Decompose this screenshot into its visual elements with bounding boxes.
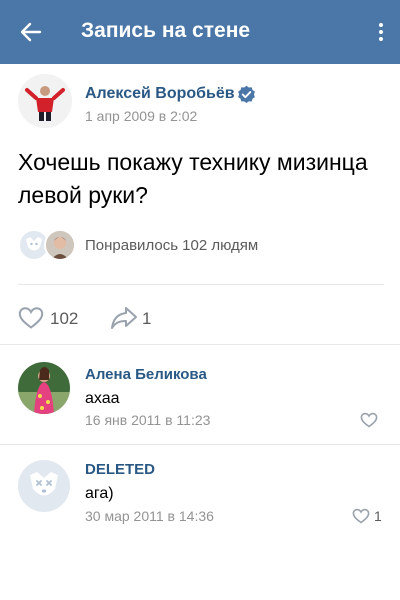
comment-heart-icon[interactable] bbox=[360, 412, 378, 428]
divider bbox=[0, 344, 400, 345]
page-title: Запись на стене bbox=[81, 19, 251, 42]
likers-avatars[interactable] bbox=[18, 229, 78, 261]
liker-avatar bbox=[44, 229, 76, 261]
share-button[interactable] bbox=[110, 305, 138, 331]
author-photo bbox=[18, 74, 72, 128]
liker-photo bbox=[46, 231, 74, 259]
like-button[interactable] bbox=[18, 305, 44, 331]
back-button[interactable] bbox=[14, 16, 48, 48]
comment-date: 16 янв 2011 в 11:23 bbox=[85, 412, 211, 428]
heart-icon bbox=[18, 307, 44, 329]
comment-heart-icon[interactable] bbox=[352, 508, 370, 524]
comment-like-count: 1 bbox=[374, 508, 382, 524]
more-options-button[interactable] bbox=[374, 16, 388, 48]
comment-date: 30 мар 2011 в 14:36 bbox=[85, 508, 214, 524]
divider bbox=[18, 284, 384, 285]
deleted-dog-icon bbox=[30, 472, 58, 496]
comment-author[interactable]: DELETED bbox=[85, 461, 155, 478]
comment-text: ахаа bbox=[85, 390, 120, 407]
commenter-photo bbox=[18, 362, 70, 414]
share-arrow-icon bbox=[111, 307, 137, 329]
comment-avatar[interactable] bbox=[18, 460, 70, 512]
dog-placeholder-icon bbox=[26, 237, 42, 251]
top-app-bar: Запись на стене bbox=[0, 0, 400, 64]
author-name[interactable]: Алексей Воробьёв bbox=[85, 85, 235, 103]
more-vertical-icon bbox=[379, 23, 383, 27]
divider bbox=[0, 444, 400, 445]
author-avatar[interactable] bbox=[18, 74, 72, 128]
post-date: 1 апр 2009 в 2:02 bbox=[85, 108, 198, 124]
likes-summary[interactable]: Понравилось 102 людям bbox=[85, 237, 258, 254]
like-count: 102 bbox=[50, 309, 79, 328]
post-text: Хочешь покажу технику мизинца левой руки… bbox=[18, 149, 368, 208]
arrow-left-icon bbox=[20, 22, 42, 42]
comment-author[interactable]: Алена Беликова bbox=[85, 366, 207, 383]
verified-icon bbox=[238, 85, 255, 104]
comment-avatar[interactable] bbox=[18, 362, 70, 414]
comment-text: ага) bbox=[85, 485, 114, 502]
share-count: 1 bbox=[142, 309, 152, 328]
